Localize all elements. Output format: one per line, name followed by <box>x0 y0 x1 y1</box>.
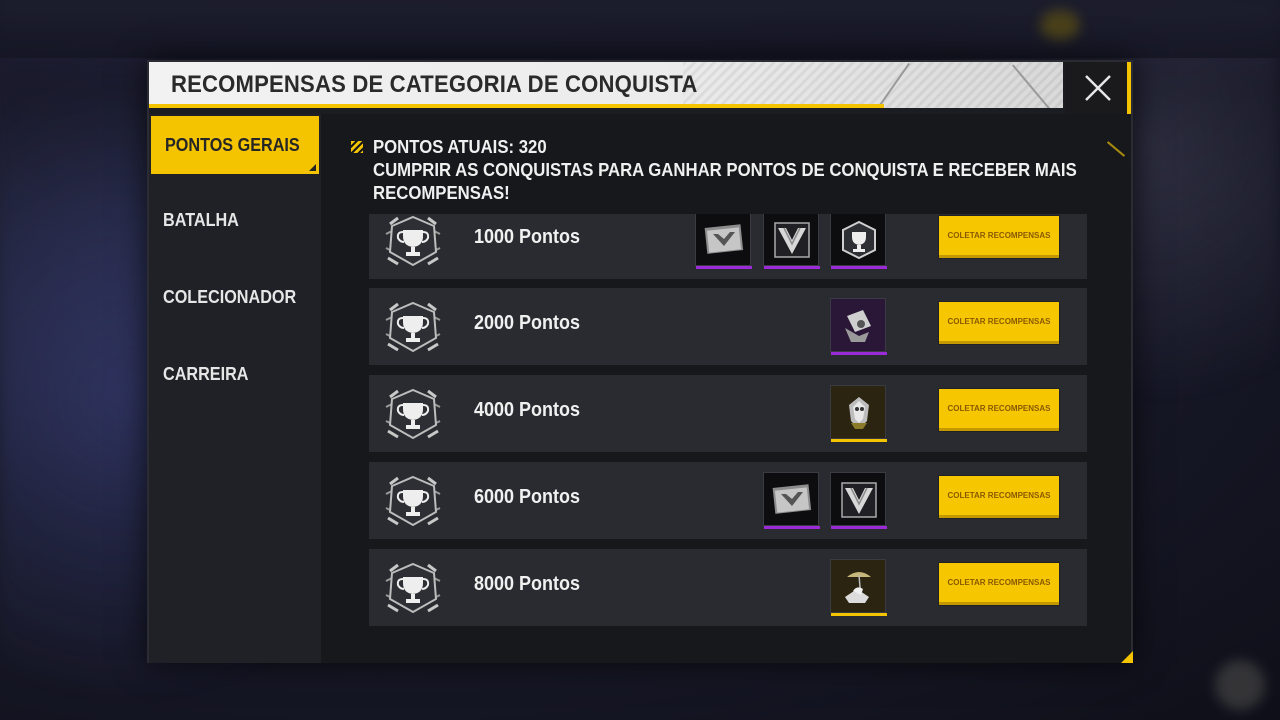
beach-chair-icon <box>839 567 879 607</box>
collect-rewards-button[interactable]: COLETAR RECOMPENSAS <box>939 216 1059 258</box>
tier-points: 6000 Pontos <box>474 486 581 508</box>
reward-avatar[interactable] <box>830 472 887 529</box>
avatar-v-icon <box>839 480 879 520</box>
background-glow <box>1040 10 1080 40</box>
tab-carreira[interactable]: CARREIRA <box>149 345 321 403</box>
banner-icon <box>772 480 812 520</box>
category-sidebar: PONTOS GERAIS BATALHA COLECIONADOR CARRE… <box>149 114 321 663</box>
stripe-icon <box>351 141 363 153</box>
dialog-title: RECOMPENSAS DE CATEGORIA DE CONQUISTA <box>171 71 698 98</box>
tier-row: 4000 Pontos COLETAR RECOMPENSAS <box>369 375 1087 452</box>
reward-avatar[interactable] <box>763 214 820 269</box>
current-points: PONTOS ATUAIS: 320 <box>373 137 547 157</box>
trophy-emblem-icon <box>384 561 442 615</box>
reward-pet-skin[interactable] <box>830 385 887 442</box>
tier-row: 6000 Pontos COLETAR RECOMPENSAS <box>369 462 1087 539</box>
collect-rewards-button[interactable]: COLETAR RECOMPENSAS <box>939 302 1059 344</box>
background-topbar <box>0 0 1280 58</box>
close-button[interactable] <box>1065 62 1131 114</box>
dialog-header: RECOMPENSAS DE CATEGORIA DE CONQUISTA <box>149 62 1063 108</box>
reward-banner[interactable] <box>695 214 752 269</box>
trophy-badge-icon <box>839 220 879 260</box>
close-icon <box>1085 75 1111 101</box>
tier-points: 2000 Pontos <box>474 312 581 334</box>
info-description: CUMPRIR AS CONQUISTAS PARA GANHAR PONTOS… <box>373 160 1077 180</box>
reward-emote[interactable] <box>830 298 887 355</box>
trophy-emblem-icon <box>384 300 442 354</box>
trophy-emblem-icon <box>384 387 442 441</box>
banner-icon <box>704 220 744 260</box>
collect-rewards-button[interactable]: COLETAR RECOMPENSAS <box>939 476 1059 518</box>
reward-beach-chair[interactable] <box>830 559 887 616</box>
points-info: PONTOS ATUAIS: 320 CUMPRIR AS CONQUISTAS… <box>373 136 1113 205</box>
avatar-v-icon <box>772 220 812 260</box>
collect-rewards-button[interactable]: COLETAR RECOMPENSAS <box>939 389 1059 431</box>
info-description-cont: RECOMPENSAS! <box>373 183 510 203</box>
trophy-emblem-icon <box>384 214 442 268</box>
reward-tier-list[interactable]: 1000 Pontos COLETAR RECOMPENSAS 2000 Pon… <box>369 214 1087 654</box>
trophy-emblem-icon <box>384 474 442 528</box>
tab-pontos-gerais[interactable]: PONTOS GERAIS <box>151 116 319 174</box>
tab-colecionador[interactable]: COLECIONADOR <box>149 268 321 326</box>
background-glow <box>1215 660 1265 710</box>
tier-row: 8000 Pontos COLETAR RECOMPENSAS <box>369 549 1087 626</box>
tier-points: 8000 Pontos <box>474 573 581 595</box>
tab-batalha[interactable]: BATALHA <box>149 191 321 249</box>
collect-rewards-button[interactable]: COLETAR RECOMPENSAS <box>939 563 1059 605</box>
tier-row: 1000 Pontos COLETAR RECOMPENSAS <box>369 214 1087 279</box>
tier-points: 1000 Pontos <box>474 226 581 248</box>
rewards-content: PONTOS ATUAIS: 320 CUMPRIR AS CONQUISTAS… <box>321 114 1131 663</box>
emote-icon <box>839 306 879 346</box>
reward-banner[interactable] <box>763 472 820 529</box>
tier-points: 4000 Pontos <box>474 399 581 421</box>
achievement-rewards-dialog: RECOMPENSAS DE CATEGORIA DE CONQUISTA PO… <box>147 60 1133 663</box>
reward-badge[interactable] <box>830 214 887 269</box>
tier-row: 2000 Pontos COLETAR RECOMPENSAS <box>369 288 1087 365</box>
pet-skin-icon <box>839 393 879 433</box>
